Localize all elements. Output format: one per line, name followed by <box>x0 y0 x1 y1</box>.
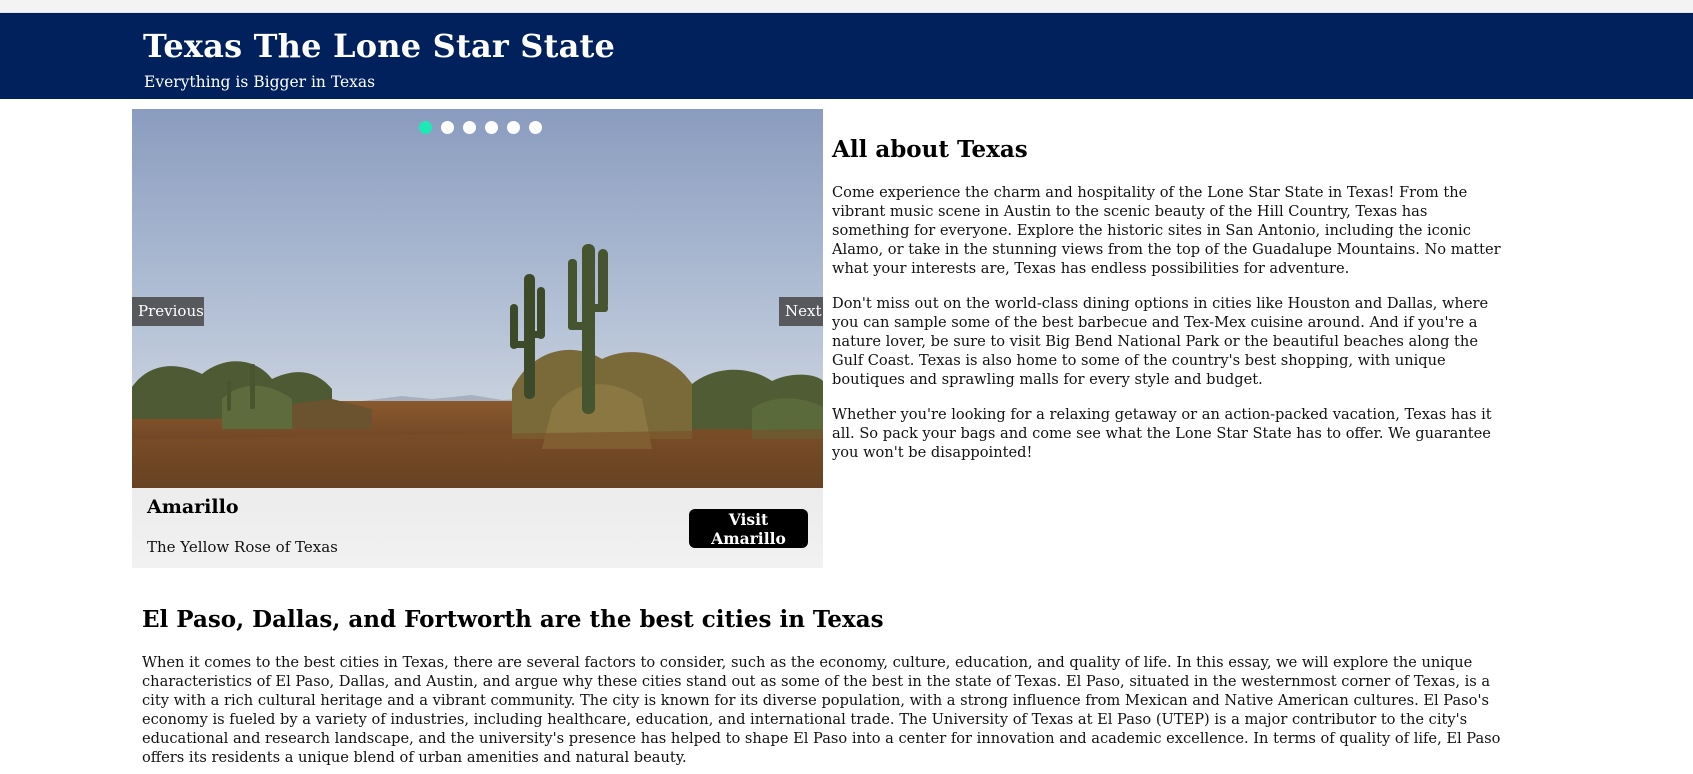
about-texas-section: All about Texas Come experience the char… <box>832 136 1507 478</box>
best-cities-heading: El Paso, Dallas, and Fortworth are the b… <box>142 606 884 633</box>
site-header: Texas The Lone Star State Everything is … <box>0 13 1693 99</box>
site-subtitle: Everything is Bigger in Texas <box>144 73 376 91</box>
image-carousel: Previous Next Amarillo The Yellow Rose o… <box>132 109 823 568</box>
about-paragraph-1: Come experience the charm and hospitalit… <box>832 184 1501 277</box>
carousel-indicator-4[interactable] <box>485 121 498 134</box>
about-paragraph-2: Don't miss out on the world-class dining… <box>832 295 1489 388</box>
slide-caption-title: Amarillo <box>147 496 239 518</box>
about-paragraph-3: Whether you're looking for a relaxing ge… <box>832 406 1492 461</box>
carousel-indicator-6[interactable] <box>529 121 542 134</box>
site-title: Texas The Lone Star State <box>143 27 616 65</box>
carousel-indicator-3[interactable] <box>463 121 476 134</box>
browser-top-strip <box>0 0 1693 13</box>
visit-city-button[interactable]: Visit Amarillo <box>689 509 808 548</box>
about-heading: All about Texas <box>832 136 1028 163</box>
carousel-next-button[interactable]: Next <box>779 297 823 326</box>
best-cities-paragraph: When it comes to the best cities in Texa… <box>142 654 1501 766</box>
carousel-indicator-1[interactable] <box>419 121 432 134</box>
carousel-indicator-5[interactable] <box>507 121 520 134</box>
slide-caption-text: The Yellow Rose of Texas <box>147 538 338 556</box>
carousel-indicators <box>419 121 542 134</box>
carousel-previous-button[interactable]: Previous <box>132 297 204 326</box>
slide-caption: Amarillo The Yellow Rose of Texas Visit … <box>132 488 823 568</box>
best-cities-section: El Paso, Dallas, and Fortworth are the b… <box>142 606 1512 767</box>
carousel-indicator-2[interactable] <box>441 121 454 134</box>
